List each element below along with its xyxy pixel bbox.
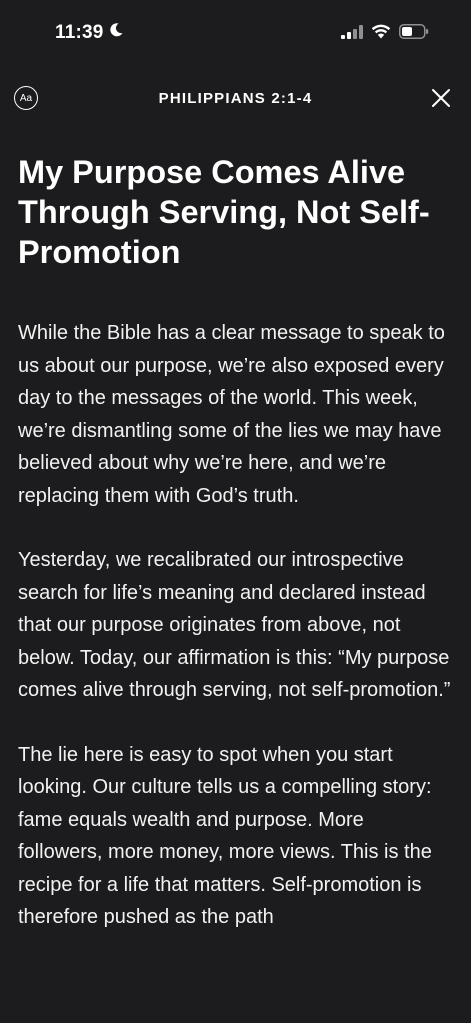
close-button[interactable] (427, 84, 455, 112)
reader-nav-bar: Aa PHILIPPIANS 2:1-4 (0, 78, 471, 118)
passage-reference: PHILIPPIANS 2:1-4 (158, 90, 313, 107)
moon-icon (108, 22, 124, 44)
close-icon (432, 89, 450, 107)
article-paragraph: The lie here is easy to spot when you st… (18, 743, 432, 929)
wifi-icon (371, 24, 391, 44)
battery-icon (399, 24, 429, 44)
article-paragraph: While the Bible has a clear message to s… (18, 322, 445, 507)
article-content: My Purpose Comes Alive Through Serving, … (18, 152, 453, 934)
status-time-group: 11:39 (55, 22, 124, 44)
cellular-signal-icon (341, 24, 363, 44)
status-icons (341, 24, 429, 44)
status-time: 11:39 (55, 22, 104, 43)
status-bar: 11:39 (0, 0, 471, 60)
article-paragraph: Yesterday, we recalibrated our introspec… (18, 549, 451, 701)
article-headline: My Purpose Comes Alive Through Serving, … (18, 154, 430, 270)
